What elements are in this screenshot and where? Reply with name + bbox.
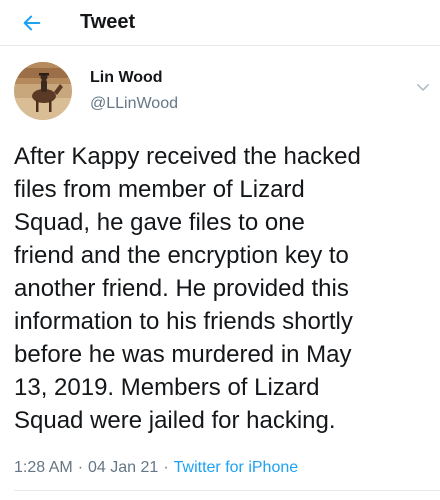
tweet-source-link[interactable]: Twitter for iPhone xyxy=(174,458,299,478)
author-handle[interactable]: @LLinWood xyxy=(90,94,178,114)
author-names: Lin Wood @LLinWood xyxy=(90,62,178,114)
tweet-text: After Kappy received the hacked files fr… xyxy=(14,143,361,434)
chevron-down-icon xyxy=(417,84,429,91)
meta-separator: · xyxy=(77,459,84,476)
page-title: Tweet xyxy=(80,11,136,33)
arrow-left-icon xyxy=(23,15,41,30)
divider xyxy=(14,490,440,491)
tweet-meta: 1:28 AM · 04 Jan 21 · Twitter for iPhone xyxy=(14,458,298,478)
top-bar: Tweet xyxy=(0,0,440,46)
back-button[interactable] xyxy=(20,11,44,35)
tweet-menu-button[interactable] xyxy=(414,78,432,96)
avatar[interactable] xyxy=(14,62,72,120)
tweet-author: Lin Wood @LLinWood xyxy=(14,62,178,120)
tweet-time: 1:28 AM xyxy=(14,459,73,476)
tweet-date: 04 Jan 21 xyxy=(88,459,159,476)
author-display-name[interactable]: Lin Wood xyxy=(90,68,178,88)
horse-rider-avatar xyxy=(14,62,72,120)
meta-separator: · xyxy=(163,459,169,476)
